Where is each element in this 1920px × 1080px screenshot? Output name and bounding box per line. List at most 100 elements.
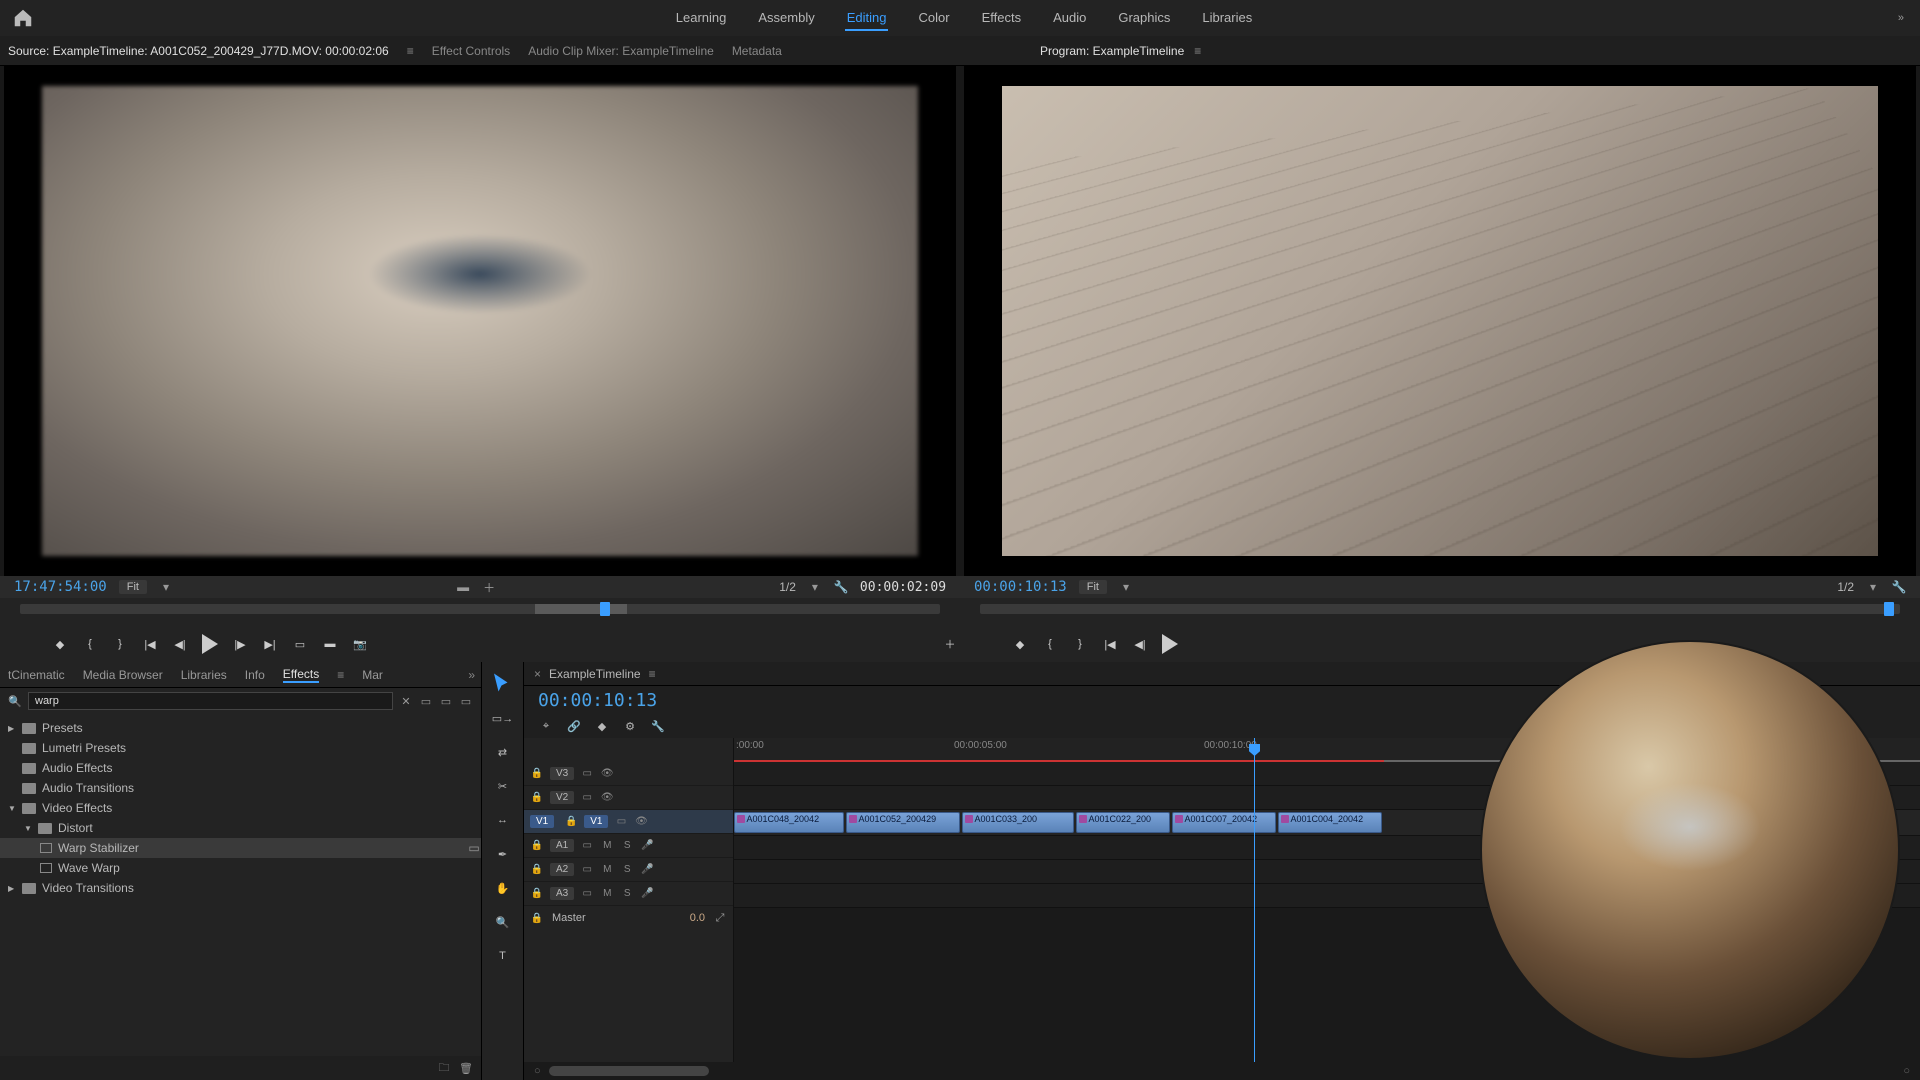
timeline-title[interactable]: ExampleTimeline [549,667,641,681]
play-button[interactable] [200,634,220,654]
lock-icon[interactable]: 🔒 [530,911,544,925]
trash-icon[interactable]: 🗑 [459,1061,473,1075]
marker-icon[interactable]: ◆ [594,718,610,734]
sync-icon[interactable]: ▭ [614,815,628,829]
settings-icon[interactable]: ⚙ [622,718,638,734]
marker-icon[interactable]: ▬ [456,580,470,594]
home-icon[interactable] [12,7,34,29]
razor-tool-icon[interactable]: ✂ [491,774,515,798]
clip[interactable]: A001C007_20042 [1172,812,1276,833]
play-button[interactable] [1160,634,1180,654]
tree-lumetri[interactable]: Lumetri Presets [0,738,481,758]
step-back-button[interactable]: ◀| [170,634,190,654]
chevron-down-icon[interactable]: ▾ [159,580,173,594]
tree-presets[interactable]: ▶Presets [0,718,481,738]
overwrite-button[interactable]: ▬ [320,634,340,654]
step-fwd-button[interactable]: |▶ [230,634,250,654]
tree-warp-stabilizer[interactable]: Warp Stabilizer▭ [0,838,481,858]
mic-icon[interactable]: 🎤 [640,863,654,877]
fx-badge-2-icon[interactable]: ▭ [439,694,453,708]
ws-graphics[interactable]: Graphics [1116,6,1172,31]
track-select-tool-icon[interactable]: ▭→ [491,706,515,730]
slip-tool-icon[interactable]: ↔ [491,808,515,832]
track-header-master[interactable]: 🔒 Master 0.0 ⤢ [524,906,733,930]
tab-audio-mixer[interactable]: Audio Clip Mixer: ExampleTimeline [528,44,714,58]
chevron-down-icon[interactable]: ▾ [808,580,822,594]
add-marker-button[interactable]: ◆ [50,634,70,654]
ws-effects[interactable]: Effects [980,6,1024,31]
step-back-button[interactable]: ◀| [1130,634,1150,654]
transport-settings-icon[interactable]: ＋ [940,634,960,654]
lock-icon[interactable]: 🔒 [564,815,578,829]
mute-icon[interactable]: M [600,887,614,901]
go-in-button[interactable]: |◀ [140,634,160,654]
ws-color[interactable]: Color [916,6,951,31]
track-header-a2[interactable]: 🔒 A2 ▭ M S 🎤 [524,858,733,882]
add-marker-button[interactable]: ◆ [1010,634,1030,654]
source-tc-left[interactable]: 17:47:54:00 [14,579,107,595]
clip[interactable]: A001C004_20042 [1278,812,1382,833]
fx-badge-3-icon[interactable]: ▭ [459,694,473,708]
source-zoom-select[interactable]: Fit [119,580,147,594]
clip[interactable]: A001C033_200 [962,812,1074,833]
lock-icon[interactable]: 🔒 [530,863,544,877]
wrench-icon[interactable]: 🔧 [834,580,848,594]
tree-audio-fx[interactable]: Audio Effects [0,758,481,778]
tab-libraries[interactable]: Libraries [181,668,227,682]
ws-editing[interactable]: Editing [845,6,889,31]
sync-icon[interactable]: ▭ [580,839,594,853]
ws-audio[interactable]: Audio [1051,6,1088,31]
tree-audio-tr[interactable]: Audio Transitions [0,778,481,798]
tab-cinematic[interactable]: tCinematic [8,668,65,682]
source-mini-timeline[interactable] [0,598,960,626]
clip[interactable]: A001C048_20042 [734,812,844,833]
sync-icon[interactable]: ▭ [580,791,594,805]
new-bin-icon[interactable]: 🗀 [437,1061,451,1075]
wrench-icon[interactable]: 🔧 [1892,580,1906,594]
program-tab-title[interactable]: Program: ExampleTimeline [1040,44,1184,58]
solo-icon[interactable]: S [620,887,634,901]
ws-learning[interactable]: Learning [674,6,729,31]
chevron-down-icon[interactable]: ▾ [1866,580,1880,594]
expand-icon[interactable]: ⤢ [713,911,727,925]
ripple-tool-icon[interactable]: ⇄ [491,740,515,764]
effects-search-input[interactable] [28,692,393,710]
clip[interactable]: A001C052_200429 [846,812,960,833]
hand-tool-icon[interactable]: ✋ [491,876,515,900]
source-res[interactable]: 1/2 [779,580,796,594]
export-frame-button[interactable]: 📷 [350,634,370,654]
mark-out-button[interactable]: } [1070,634,1090,654]
go-in-button[interactable]: |◀ [1100,634,1120,654]
tree-video-fx[interactable]: ▼Video Effects [0,798,481,818]
link-icon[interactable]: 🔗 [566,718,582,734]
clear-search-icon[interactable]: ✕ [399,694,413,708]
lock-icon[interactable]: 🔒 [530,767,544,781]
zoom-tool-icon[interactable]: 🔍 [491,910,515,934]
program-mini-timeline[interactable] [960,598,1920,626]
playhead[interactable] [1254,738,1255,1062]
eye-icon[interactable]: 👁 [600,791,614,805]
type-tool-icon[interactable]: T [491,944,515,968]
tree-distort[interactable]: ▼Distort [0,818,481,838]
snap-icon[interactable]: ⌖ [538,718,554,734]
track-header-a1[interactable]: 🔒 A1 ▭ M S 🎤 [524,834,733,858]
program-viewport[interactable] [964,66,1916,576]
ws-assembly[interactable]: Assembly [756,6,816,31]
track-header-a3[interactable]: 🔒 A3 ▭ M S 🎤 [524,882,733,906]
program-res[interactable]: 1/2 [1837,580,1854,594]
sync-icon[interactable]: ▭ [580,863,594,877]
eye-icon[interactable]: 👁 [634,815,648,829]
track-header-v2[interactable]: 🔒 V2 ▭ 👁 [524,786,733,810]
track-header-v3[interactable]: 🔒 V3 ▭ 👁 [524,762,733,786]
lock-icon[interactable]: 🔒 [530,887,544,901]
sync-icon[interactable]: ▭ [580,767,594,781]
mark-in-button[interactable]: { [80,634,100,654]
tab-media-browser[interactable]: Media Browser [83,668,163,682]
tab-effect-controls[interactable]: Effect Controls [432,44,510,58]
mic-icon[interactable]: 🎤 [640,839,654,853]
solo-icon[interactable]: S [620,863,634,877]
mark-in-button[interactable]: { [1040,634,1060,654]
wrench-icon[interactable]: 🔧 [650,718,666,734]
tab-effects[interactable]: Effects [283,667,319,683]
mute-icon[interactable]: M [600,839,614,853]
